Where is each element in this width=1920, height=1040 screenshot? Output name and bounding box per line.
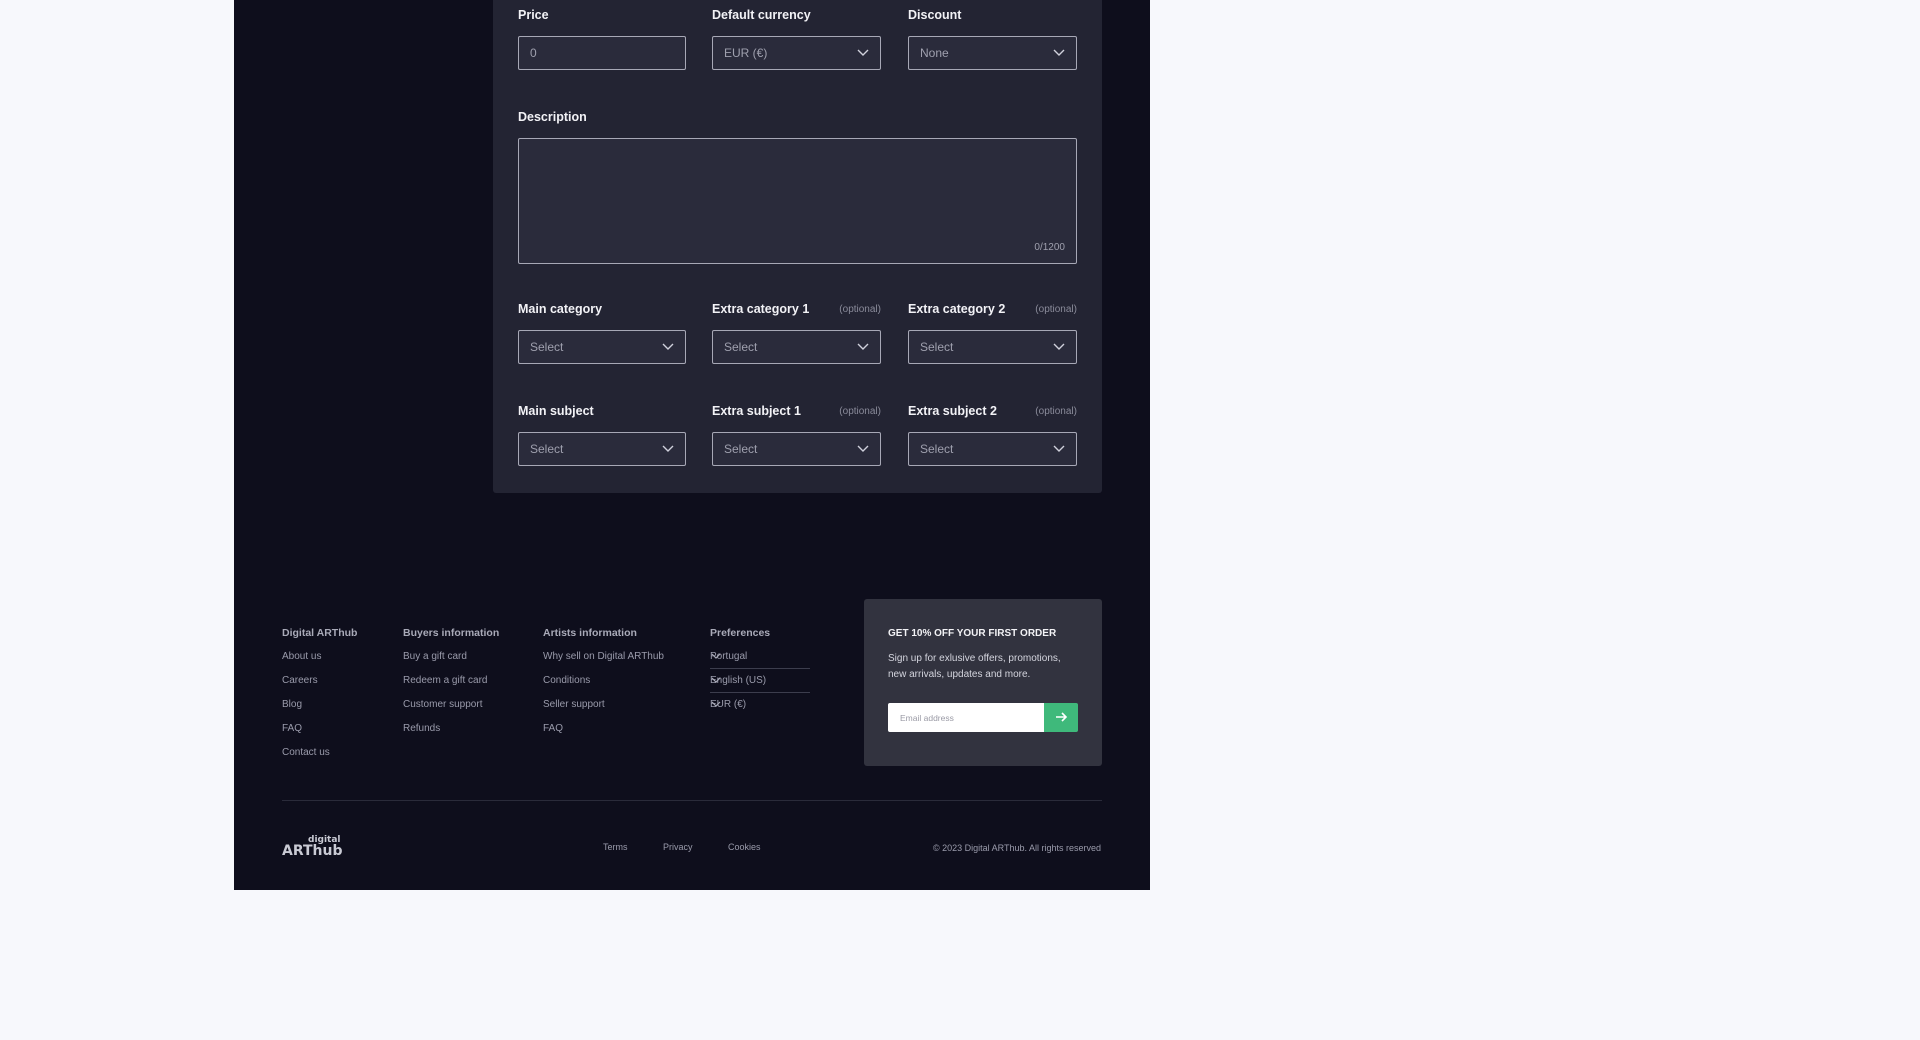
description-counter: 0/1200 [1034,242,1065,253]
subscribe-button[interactable] [1044,703,1078,732]
copyright-text: © 2023 Digital ARThub. All rights reserv… [932,843,1101,853]
main-subject-select[interactable]: Select [518,432,686,466]
currency-label: Default currency [712,8,811,22]
main-category-label: Main category [518,302,603,316]
footer-col-title: Buyers information [403,627,500,639]
extra-category-1-value: Select [724,340,758,354]
main-category-select[interactable]: Select [518,330,686,364]
optional-hint: (optional) [1035,406,1077,417]
main-subject-label: Main subject [518,404,594,418]
footer-link-conditions[interactable]: Conditions [543,675,590,686]
extra-subject-1-field: Extra subject 1 (optional) Select [712,404,881,468]
chevron-down-icon [856,339,870,353]
discount-select[interactable]: None [908,36,1077,70]
email-input[interactable] [888,703,1044,732]
artwork-form-panel: Price 0 Default currency EUR (€) Discoun… [493,0,1102,493]
extra-category-2-select[interactable]: Select [908,330,1077,364]
language-select[interactable]: English (US) [710,671,810,693]
optional-hint: (optional) [839,304,881,315]
extra-category-2-label: Extra category 2 [908,302,1006,316]
footer-col-artists: Artists information Why sell on Digital … [543,627,664,734]
extra-category-1-select[interactable]: Select [712,330,881,364]
extra-category-2-field: Extra category 2 (optional) Select [908,302,1077,366]
extra-subject-1-label: Extra subject 1 [712,404,801,418]
footer-currency-select[interactable]: EUR (€) [710,695,810,717]
footer-link-redeem-gift-card[interactable]: Redeem a gift card [403,675,488,686]
footer-link-careers[interactable]: Careers [282,675,318,686]
discount-label: Discount [908,8,962,22]
footer-link-blog[interactable]: Blog [282,699,302,710]
chevron-down-icon [710,650,722,662]
main-subject-field: Main subject Select [518,404,686,468]
extra-category-1-field: Extra category 1 (optional) Select [712,302,881,366]
footer-link-contact[interactable]: Contact us [282,747,330,758]
privacy-link[interactable]: Privacy [663,842,693,852]
chevron-down-icon [661,339,675,353]
extra-category-1-label: Extra category 1 [712,302,810,316]
optional-hint: (optional) [839,406,881,417]
chevron-down-icon [1052,441,1066,455]
extra-subject-1-value: Select [724,442,758,456]
price-label: Price [518,8,549,22]
discount-value: None [920,46,949,60]
chevron-down-icon [661,441,675,455]
extra-subject-2-label: Extra subject 2 [908,404,997,418]
footer-col-preferences: Preferences Portugal English (US) EUR (€… [710,627,810,710]
footer-col-buyers: Buyers information Buy a gift card Redee… [403,627,500,734]
description-label: Description [518,110,587,124]
chevron-down-icon [1052,45,1066,59]
price-field: Price 0 [518,8,686,74]
footer-link-seller-support[interactable]: Seller support [543,699,605,710]
extra-category-2-value: Select [920,340,954,354]
footer-link-customer-support[interactable]: Customer support [403,699,482,710]
chevron-down-icon [856,441,870,455]
cookies-link[interactable]: Cookies [728,842,761,852]
footer-link-about[interactable]: About us [282,651,321,662]
currency-field: Default currency EUR (€) [712,8,881,74]
terms-link[interactable]: Terms [603,842,628,852]
main-subject-value: Select [530,442,564,456]
footer-link-artists-faq[interactable]: FAQ [543,723,563,734]
newsletter-promo: GET 10% OFF YOUR FIRST ORDER Sign up for… [864,599,1102,766]
logo-line2: ARThub [282,843,343,859]
promo-text: Sign up for exlusive offers, promotions,… [888,653,1061,680]
extra-subject-2-field: Extra subject 2 (optional) Select [908,404,1077,468]
footer-link-faq[interactable]: FAQ [282,723,302,734]
chevron-down-icon [856,45,870,59]
footer-col-digital-arthub: Digital ARThub About us Careers Blog FAQ… [282,627,358,758]
chevron-down-icon [1052,339,1066,353]
description-textarea[interactable]: 0/1200 [518,138,1077,264]
extra-subject-1-select[interactable]: Select [712,432,881,466]
promo-title: GET 10% OFF YOUR FIRST ORDER [888,628,1057,639]
footer-col-title: Artists information [543,627,637,639]
chevron-down-icon [710,698,722,710]
footer-link-why-sell[interactable]: Why sell on Digital ARThub [543,651,664,662]
chevron-down-icon [710,674,722,686]
digital-arthub-logo[interactable]: digital ARThub [282,833,362,864]
main-category-field: Main category Select [518,302,686,366]
footer-link-buy-gift-card[interactable]: Buy a gift card [403,651,467,662]
currency-value: EUR (€) [724,46,768,60]
main-category-value: Select [530,340,564,354]
arrow-right-icon [1056,712,1068,722]
footer-col-title: Digital ARThub [282,627,358,639]
optional-hint: (optional) [1035,304,1077,315]
footer-divider [282,800,1102,801]
price-input[interactable]: 0 [518,36,686,70]
price-value: 0 [530,46,537,60]
footer-col-title: Preferences [710,627,771,639]
currency-select[interactable]: EUR (€) [712,36,881,70]
country-select[interactable]: Portugal [710,647,810,669]
extra-subject-2-select[interactable]: Select [908,432,1077,466]
discount-field: Discount None [908,8,1077,74]
extra-subject-2-value: Select [920,442,954,456]
footer-link-refunds[interactable]: Refunds [403,723,440,734]
